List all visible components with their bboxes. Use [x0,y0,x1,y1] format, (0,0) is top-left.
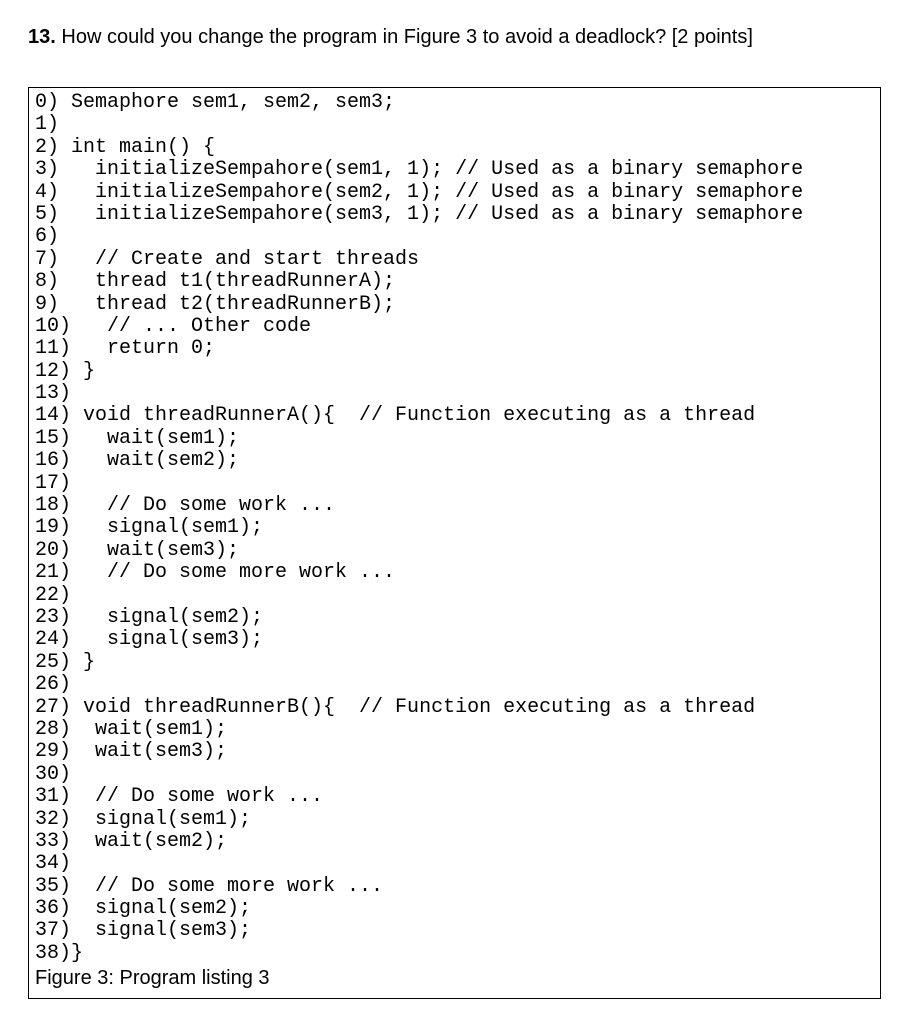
question-paragraph: 13. How could you change the program in … [28,24,881,51]
figure-box: 0) Semaphore sem1, sem2, sem3; 1) 2) int… [28,87,881,999]
question-number: 13. [28,26,56,48]
question-text: How could you change the program in Figu… [61,26,753,48]
page: 13. How could you change the program in … [0,0,909,1027]
figure-caption: Figure 3: Program listing 3 [35,967,874,990]
code-listing: 0) Semaphore sem1, sem2, sem3; 1) 2) int… [35,92,874,965]
